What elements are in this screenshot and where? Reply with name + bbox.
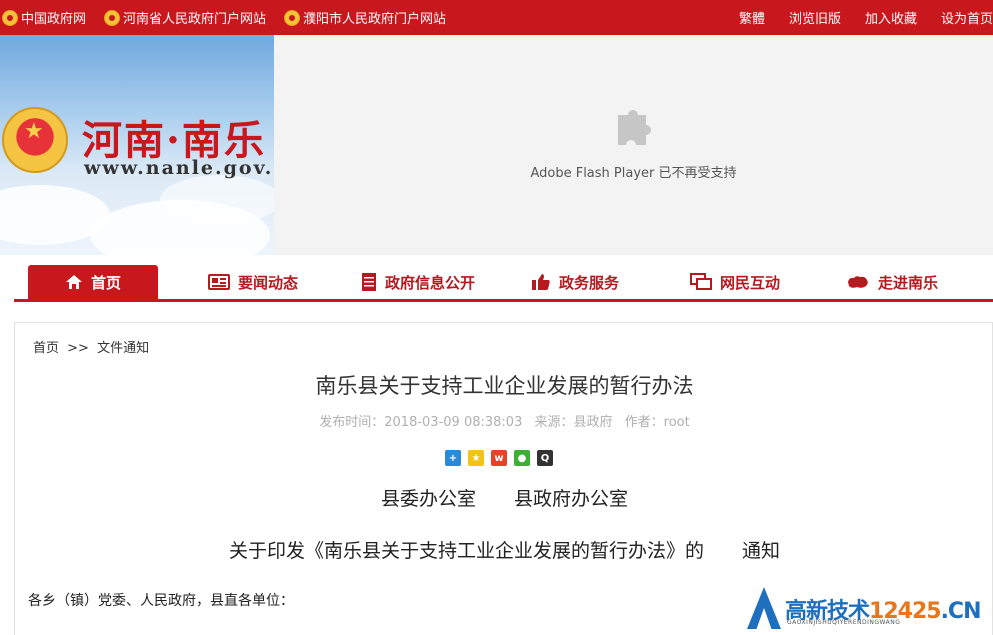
breadcrumb-current-link[interactable]: 文件通知: [97, 341, 149, 356]
publish-value: 2018-03-09 08:38:03: [384, 415, 523, 430]
share-plus-icon[interactable]: +: [445, 450, 461, 466]
top-link-label: 濮阳市人民政府门户网站: [303, 12, 447, 27]
national-emblem-icon: [2, 9, 18, 26]
issuer-line: 县委办公室 县政府办公室: [380, 488, 628, 510]
wechat-icon[interactable]: ●: [514, 450, 530, 466]
nav-item-services[interactable]: 政务服务: [520, 265, 630, 299]
plugin-puzzle-icon: [618, 110, 651, 145]
nav-item-label: 走进南乐: [877, 273, 938, 292]
publish-time: 发布时间：2018-03-09 08:38:03: [319, 415, 522, 430]
watermark-pinyin: GAOXINJISHUQIYERENDINGWANG: [787, 619, 901, 626]
home-icon: [65, 275, 82, 289]
cloud-decoration: [160, 175, 274, 225]
national-emblem-logo: [2, 107, 68, 173]
set-homepage-link[interactable]: 设为首页: [941, 8, 993, 27]
article-title: 南乐县关于支持工业企业发展的暂行办法: [315, 374, 694, 398]
nav-item-label: 要闻动态: [237, 273, 298, 292]
nav-item-label: 首页: [90, 273, 121, 292]
notice-line: 关于印发《南乐县关于支持工业企业发展的暂行办法》的 通知: [228, 540, 780, 562]
qq-icon[interactable]: Q: [537, 450, 553, 466]
watermark-logo: [747, 587, 781, 629]
breadcrumb: 首页 >> 文件通知: [33, 337, 149, 356]
nav-item-home[interactable]: 首页: [28, 265, 158, 299]
national-emblem-icon: [284, 9, 301, 26]
chat-bubble-icon: [689, 273, 712, 290]
qzone-icon[interactable]: ★: [468, 450, 484, 466]
old-version-link[interactable]: 浏览旧版: [789, 8, 841, 27]
site-logo-banner[interactable]: 河南·南乐 www.nanle.gov.cn: [0, 35, 274, 255]
thumbs-up-icon: [531, 274, 550, 290]
nav-item-interaction[interactable]: 网民互动: [680, 265, 790, 299]
top-link-china-gov[interactable]: 中国政府网: [2, 8, 86, 27]
document-icon: [361, 273, 376, 291]
newspaper-icon: [207, 274, 230, 290]
main-nav: 首页 要闻动态 政府信息公开 政务服务 网民互动 走进南乐: [14, 265, 993, 302]
watermark-tld: .CN: [940, 599, 982, 624]
site-url: www.nanle.gov.cn: [84, 157, 274, 179]
traditional-chinese-link[interactable]: 繁體: [739, 8, 765, 27]
source-label: 来源：: [534, 415, 574, 430]
top-link-henan-gov[interactable]: 河南省人民政府门户网站: [104, 8, 266, 27]
flash-message: Adobe Flash Player 已不再受支持: [530, 166, 737, 181]
top-bar: 中国政府网 河南省人民政府门户网站 濮阳市人民政府门户网站 繁體 浏览旧版 加入…: [0, 0, 993, 35]
author-value: root: [663, 415, 690, 430]
nav-item-news[interactable]: 要闻动态: [198, 265, 308, 299]
nav-item-label: 政务服务: [558, 273, 619, 292]
publish-label: 发布时间：: [319, 415, 385, 430]
top-link-label: 河南省人民政府门户网站: [123, 12, 267, 27]
author-label: 作者：: [624, 415, 664, 430]
breadcrumb-home-link[interactable]: 首页: [33, 341, 59, 356]
source: 来源：县政府: [534, 415, 612, 430]
nav-item-about-nanle[interactable]: 走进南乐: [836, 265, 948, 299]
greeting-paragraph: 各乡（镇）党委、人民政府，县直各单位：: [28, 593, 294, 609]
share-bar: + ★ w ● Q: [445, 450, 560, 466]
top-links-left: 中国政府网 河南省人民政府门户网站 濮阳市人民政府门户网站: [2, 0, 464, 35]
national-emblem-icon: [104, 9, 121, 26]
banner: 河南·南乐 www.nanle.gov.cn Adobe Flash Playe…: [0, 35, 993, 255]
add-favorite-link[interactable]: 加入收藏: [865, 8, 917, 27]
author: 作者：root: [625, 415, 690, 430]
map-region-icon: [847, 276, 868, 288]
breadcrumb-separator: >>: [67, 341, 89, 356]
article-meta: 发布时间：2018-03-09 08:38:03 来源：县政府 作者：root: [15, 411, 993, 430]
flash-placeholder: Adobe Flash Player 已不再受支持: [274, 35, 993, 255]
site-watermark: 高新技术12425.CN GAOXINJISHUQIYERENDINGWANG: [745, 585, 993, 635]
source-value: 县政府: [573, 415, 613, 430]
nav-item-label: 网民互动: [719, 273, 780, 292]
top-link-label: 中国政府网: [21, 12, 87, 27]
weibo-icon[interactable]: w: [491, 450, 507, 466]
top-links-right: 繁體 浏览旧版 加入收藏 设为首页: [715, 0, 993, 35]
nav-item-label: 政府信息公开: [384, 273, 475, 292]
nav-item-gov-info[interactable]: 政府信息公开: [348, 265, 488, 299]
top-link-puyang-gov[interactable]: 濮阳市人民政府门户网站: [284, 8, 446, 27]
